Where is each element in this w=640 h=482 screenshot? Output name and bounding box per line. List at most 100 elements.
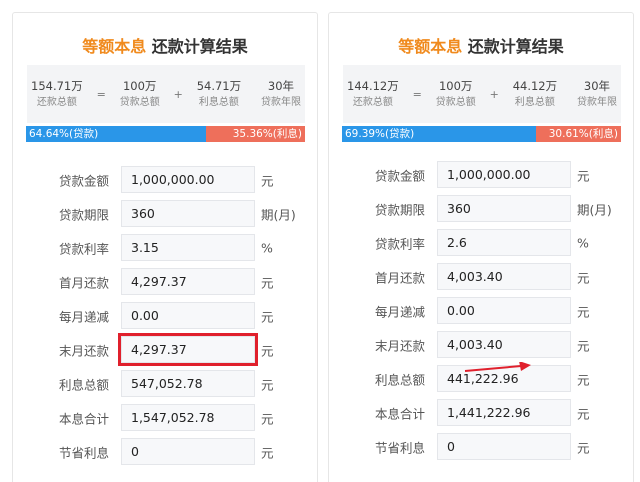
result-row: 首月还款 4,297.37 元 (13, 265, 317, 299)
ratio-interest-segment: 30.61%(利息) (535, 126, 621, 142)
summary-box: 144.12万 还款总额 = 100万 贷款总额 + 44.12万 利息总额 3… (343, 65, 621, 123)
summary-label: 贷款总额 (119, 97, 160, 108)
row-label: 贷款利率 (374, 236, 425, 252)
row-label: 本息合计 (58, 411, 109, 427)
row-value-field[interactable]: 0.00 (437, 297, 571, 324)
title-rest: 还款计算结果 (151, 37, 248, 56)
summary-label: 利息总额 (198, 97, 239, 108)
row-value-field[interactable]: 1,000,000.00 (437, 161, 571, 188)
summary-label: 贷款年限 (261, 97, 301, 108)
row-value-field[interactable]: 360 (437, 195, 571, 222)
panel-title: 等额本息 还款计算结果 (13, 33, 317, 57)
result-row: 末月还款 4,003.40 元 (329, 328, 633, 362)
title-highlight: 等额本息 (398, 37, 463, 56)
result-row: 利息总额 547,052.78 元 (13, 367, 317, 401)
row-label: 节省利息 (58, 445, 109, 461)
row-value-field[interactable]: 3.15 (121, 234, 255, 261)
row-value-field[interactable]: 1,547,052.78 (121, 404, 255, 431)
row-unit: 元 (577, 406, 590, 422)
ratio-loan-segment: 69.39%(贷款) (342, 126, 536, 142)
result-row: 本息合计 1,441,222.96 元 (329, 396, 633, 430)
ratio-bar: 64.64%(贷款) 35.36%(利息) (26, 126, 305, 142)
row-unit: 元 (577, 270, 590, 286)
row-value-field[interactable]: 0 (121, 438, 255, 465)
result-row: 贷款利率 3.15% (13, 231, 317, 265)
summary-label: 贷款总额 (435, 97, 476, 108)
result-row: 首月还款 4,003.40 元 (329, 260, 633, 294)
row-label: 首月还款 (58, 275, 109, 291)
summary-total-repay: 144.12万 还款总额 (347, 78, 399, 110)
summary-value: 30年 (267, 79, 295, 93)
summary-label: 贷款年限 (577, 97, 617, 108)
row-value-field[interactable]: 360 (121, 200, 255, 227)
result-row: 每月递减 0.00 元 (13, 299, 317, 333)
row-unit: 元 (577, 338, 590, 354)
row-value-field-highlighted[interactable]: 4,297.37 (118, 333, 258, 366)
ratio-bar: 69.39%(贷款) 30.61%(利息) (342, 126, 621, 142)
row-unit: 元 (577, 372, 590, 388)
summary-value: 30年 (583, 79, 611, 93)
summary-value: 100万 (438, 79, 473, 93)
result-row: 节省利息 0 元 (13, 435, 317, 469)
row-label: 每月递减 (374, 304, 425, 320)
summary-label: 还款总额 (352, 97, 393, 108)
row-unit: 元 (261, 411, 274, 427)
title-highlight: 等额本息 (82, 37, 147, 56)
summary-principal: 100万 贷款总额 (436, 78, 476, 110)
result-row: 贷款期限 360 期(月) (329, 192, 633, 226)
row-label: 本息合计 (374, 406, 425, 422)
row-value-field[interactable]: 1,000,000.00 (121, 166, 255, 193)
red-arrow-annotation (464, 362, 531, 372)
plus-sign: + (173, 87, 183, 101)
row-label: 贷款期限 (374, 202, 425, 218)
plus-sign: + (489, 87, 499, 101)
row-unit: % (261, 240, 273, 256)
result-panel-right: 等额本息 还款计算结果 144.12万 还款总额 = 100万 贷款总额 + 4… (328, 12, 634, 482)
summary-box: 154.71万 还款总额 = 100万 贷款总额 + 54.71万 利息总额 3… (27, 65, 305, 123)
result-rows: 贷款金额 1,000,000.00 元贷款期限 360 期(月) 贷款利率 2.6% 首月还款… (329, 158, 633, 464)
row-value-field[interactable]: 4,003.40 (437, 331, 571, 358)
row-label: 末月还款 (374, 338, 425, 354)
row-value-field[interactable]: 4,297.37 (121, 268, 255, 295)
summary-years: 30年 贷款年限 (577, 78, 617, 110)
row-unit: % (577, 235, 589, 251)
summary-years: 30年 贷款年限 (261, 78, 301, 110)
summary-total-repay: 154.71万 还款总额 (31, 78, 83, 110)
row-label: 每月递减 (58, 309, 109, 325)
result-row: 贷款期限 360 期(月) (13, 197, 317, 231)
row-unit: 元 (577, 168, 590, 184)
row-value-field[interactable]: 2.6 (437, 229, 571, 256)
result-row: 贷款金额 1,000,000.00 元 (329, 158, 633, 192)
result-row: 贷款利率 2.6% (329, 226, 633, 260)
ratio-interest-segment: 35.36%(利息) (206, 126, 305, 142)
title-rest: 还款计算结果 (467, 37, 564, 56)
row-value-field[interactable]: 1,441,222.96 (437, 399, 571, 426)
equals-sign: = (96, 87, 106, 101)
summary-interest: 44.12万 利息总额 (513, 78, 557, 110)
row-unit: 元 (261, 377, 274, 393)
row-unit: 元 (261, 275, 274, 291)
summary-value: 154.71万 (31, 79, 83, 93)
row-unit: 元 (261, 445, 274, 461)
row-value-field[interactable]: 4,003.40 (437, 263, 571, 290)
row-value-field[interactable]: 0 (437, 433, 571, 460)
summary-value: 54.71万 (196, 79, 242, 93)
result-rows: 贷款金额 1,000,000.00 元贷款期限 360 期(月) 贷款利率 3.15% 首月还… (13, 163, 317, 469)
result-panel-left: 等额本息 还款计算结果 154.71万 还款总额 = 100万 贷款总额 + 5… (12, 12, 318, 482)
row-label: 贷款期限 (58, 207, 109, 223)
summary-label: 还款总额 (36, 97, 77, 108)
summary-label: 利息总额 (514, 97, 555, 108)
summary-value: 44.12万 (512, 79, 558, 93)
row-value-field[interactable]: 0.00 (121, 302, 255, 329)
result-row: 贷款金额 1,000,000.00 元 (13, 163, 317, 197)
result-row: 每月递减 0.00 元 (329, 294, 633, 328)
row-label: 贷款利率 (58, 241, 109, 257)
row-label: 利息总额 (374, 372, 425, 388)
row-unit: 元 (577, 440, 590, 456)
ratio-loan-segment: 64.64%(贷款) (26, 126, 207, 142)
summary-principal: 100万 贷款总额 (120, 78, 160, 110)
row-label: 节省利息 (374, 440, 425, 456)
row-value-field[interactable]: 547,052.78 (121, 370, 255, 397)
summary-value: 144.12万 (347, 79, 399, 93)
result-row: 节省利息 0 元 (329, 430, 633, 464)
